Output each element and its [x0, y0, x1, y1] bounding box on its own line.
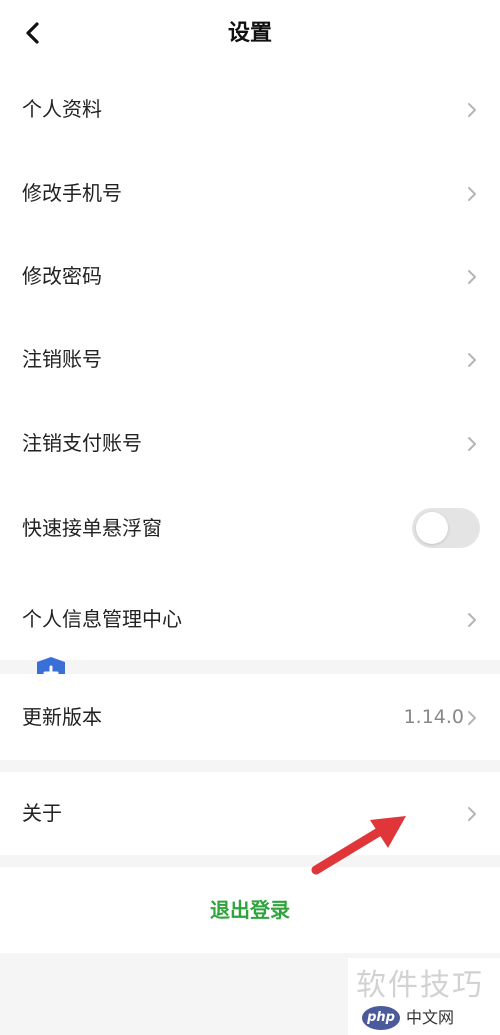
menu-item-cancel-account[interactable]: 注销账号: [0, 318, 500, 401]
about-card: 关于: [0, 772, 500, 855]
menu-item-label: 更新版本: [22, 705, 102, 729]
menu-item-about[interactable]: 关于: [0, 772, 500, 855]
menu-item-label: 个人信息管理中心: [22, 607, 182, 631]
chevron-right-icon: [468, 103, 476, 117]
settings-card: 个人资料 修改手机号 修改密码 注销账号 注销支付账号 快速接单悬浮窗 个人信息…: [0, 68, 500, 660]
quick-order-float-toggle[interactable]: [412, 508, 480, 548]
watermark: 软件技巧 php 中文网: [348, 958, 500, 1035]
toggle-knob: [416, 512, 448, 544]
chevron-right-icon: [468, 613, 476, 627]
watermark-logo-php: php: [362, 1006, 400, 1030]
watermark-logo: php 中文网: [362, 1006, 494, 1030]
annotation-arrow-icon: [311, 816, 406, 875]
menu-item-privacy-center[interactable]: 个人信息管理中心: [0, 578, 500, 661]
menu-item-label: 注销支付账号: [22, 431, 142, 455]
menu-item-quick-order-float: 快速接单悬浮窗: [0, 490, 500, 566]
menu-item-label: 快速接单悬浮窗: [22, 516, 162, 540]
menu-item-cancel-payment-account[interactable]: 注销支付账号: [0, 402, 500, 485]
menu-item-update-version[interactable]: 更新版本 1.14.0: [0, 676, 500, 759]
menu-item-label: 修改手机号: [22, 181, 122, 205]
watermark-text: 软件技巧: [356, 968, 484, 1003]
chevron-right-icon: [468, 437, 476, 451]
menu-item-label: 个人资料: [22, 97, 102, 121]
menu-item-label: 注销账号: [22, 347, 102, 371]
section-divider: [0, 660, 500, 674]
update-card: 更新版本 1.14.0: [0, 674, 500, 760]
version-number: 1.14.0: [403, 706, 464, 728]
menu-item-profile[interactable]: 个人资料: [0, 68, 500, 151]
menu-item-label: 修改密码: [22, 264, 102, 288]
menu-item-change-phone[interactable]: 修改手机号: [0, 152, 500, 235]
watermark-logo-cn: 中文网: [406, 1008, 455, 1027]
chevron-right-icon: [468, 270, 476, 284]
logout-button[interactable]: 退出登录: [0, 867, 500, 953]
chevron-right-icon: [468, 187, 476, 201]
logout-card: 退出登录: [0, 867, 500, 953]
chevron-right-icon: [468, 353, 476, 367]
top-bar: 设置: [0, 0, 500, 68]
chevron-right-icon: [468, 711, 476, 725]
menu-item-change-password[interactable]: 修改密码: [0, 235, 500, 318]
page-title: 设置: [227, 21, 272, 46]
menu-item-label: 关于: [22, 801, 62, 825]
chevron-right-icon: [468, 807, 476, 821]
